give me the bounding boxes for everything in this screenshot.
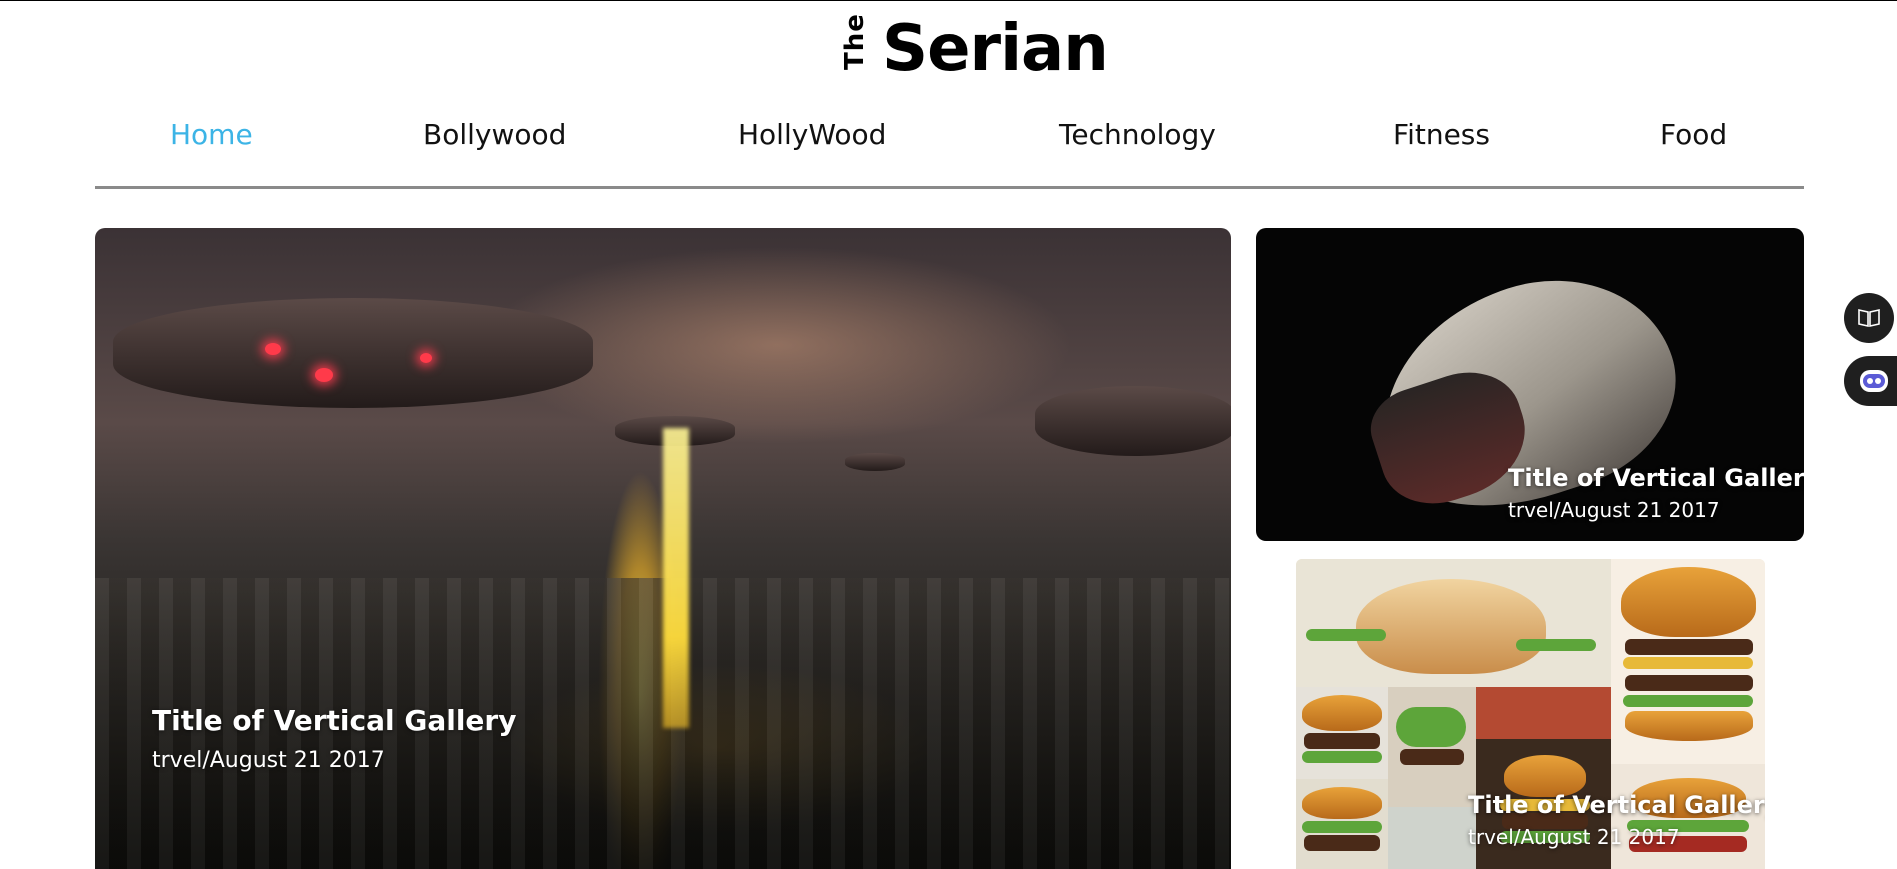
side-top-title[interactable]: Title of Vertical Gallery bbox=[1508, 464, 1804, 492]
side-bottom-image-tile bbox=[1296, 779, 1388, 869]
hero-image-light-beam bbox=[663, 428, 689, 728]
nav-item-bollywood[interactable]: Bollywood bbox=[423, 118, 566, 151]
nav-item-hollywood[interactable]: HollyWood bbox=[738, 118, 886, 151]
hero-image-ship-light bbox=[420, 353, 432, 363]
book-icon bbox=[1858, 309, 1880, 327]
hero-image-ship-large bbox=[113, 298, 593, 408]
side-bottom-title[interactable]: Title of Vertical Gallery bbox=[1468, 791, 1765, 819]
side-bottom-image-tile bbox=[1611, 559, 1765, 764]
nav-divider bbox=[95, 186, 1804, 189]
side-top-meta: trvel/August 21 2017 bbox=[1508, 498, 1720, 522]
hero-image-ship-tiny bbox=[845, 453, 905, 471]
side-bottom-image-tile bbox=[1388, 807, 1476, 869]
hero-title[interactable]: Title of Vertical Gallery bbox=[152, 704, 516, 737]
logo-prefix: The bbox=[840, 13, 870, 70]
side-bottom-image-tile bbox=[1388, 687, 1476, 807]
hero-image-ship-right bbox=[1035, 386, 1231, 456]
side-bottom-image-tile bbox=[1296, 687, 1388, 779]
side-bottom-image-tile bbox=[1476, 687, 1611, 739]
hero-card[interactable]: Title of Vertical Gallery trvel/August 2… bbox=[95, 228, 1231, 869]
nav-item-technology[interactable]: Technology bbox=[1059, 118, 1216, 151]
logo-name: Serian bbox=[882, 12, 1109, 86]
side-bottom-image-tile bbox=[1296, 559, 1611, 687]
top-border bbox=[0, 0, 1897, 1]
main-nav: Home Bollywood HollyWood Technology Fitn… bbox=[95, 118, 1804, 162]
assistant-button[interactable] bbox=[1844, 356, 1897, 406]
side-card-bottom[interactable]: Title of Vertical Gallery trvel/August 2… bbox=[1296, 559, 1765, 869]
side-card-top[interactable]: Title of Vertical Gallery trvel/August 2… bbox=[1256, 228, 1804, 541]
hero-meta: trvel/August 21 2017 bbox=[152, 748, 385, 773]
bot-icon bbox=[1860, 370, 1888, 392]
reader-mode-button[interactable] bbox=[1844, 293, 1894, 343]
side-bottom-meta: trvel/August 21 2017 bbox=[1468, 825, 1680, 849]
nav-item-food[interactable]: Food bbox=[1660, 118, 1727, 151]
nav-item-home[interactable]: Home bbox=[170, 118, 253, 151]
hero-image-ship-light bbox=[265, 343, 281, 355]
hero-image-ship-light bbox=[315, 368, 333, 382]
nav-item-fitness[interactable]: Fitness bbox=[1393, 118, 1490, 151]
site-logo[interactable]: The Serian bbox=[840, 10, 1109, 86]
